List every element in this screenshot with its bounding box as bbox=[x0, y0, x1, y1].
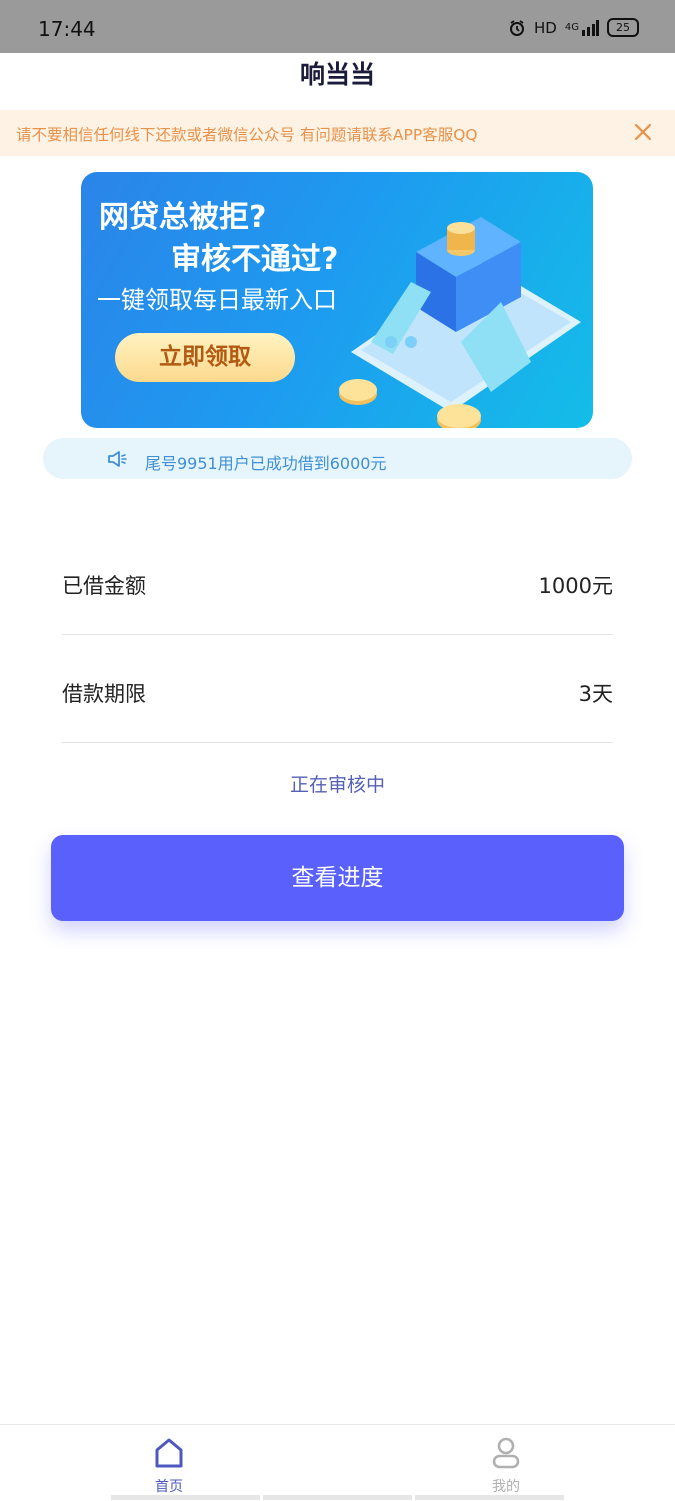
promo-banner[interactable]: 网贷总被拒? 审核不通过? 一键领取每日最新入口 立即领取 bbox=[81, 172, 593, 428]
loan-amount-row: 已借金额 1000元 bbox=[62, 526, 613, 635]
review-status: 正在审核中 bbox=[289, 774, 385, 796]
notice-text: 请不要相信任何线下还款或者微信公众号 有问题请联系APP客服QQ bbox=[16, 126, 478, 144]
close-icon[interactable] bbox=[631, 120, 655, 144]
alarm-icon bbox=[510, 19, 525, 36]
view-progress-button[interactable]: 查看进度 bbox=[51, 835, 624, 921]
tab-home-label: 首页 bbox=[155, 1479, 183, 1495]
speaker-icon bbox=[108, 451, 127, 467]
home-indicator bbox=[111, 1495, 260, 1500]
home-indicator-right bbox=[415, 1495, 564, 1500]
loan-amount-label: 已借金额 bbox=[62, 574, 146, 598]
tab-mine[interactable]: 我的 bbox=[406, 1425, 606, 1501]
page-title: 响当当 bbox=[299, 60, 375, 89]
battery-icon: 25 bbox=[607, 18, 639, 37]
loan-term-label: 借款期限 bbox=[62, 682, 146, 706]
loan-term-row: 借款期限 3天 bbox=[62, 634, 613, 743]
banner-illustration bbox=[339, 217, 581, 428]
status-time: 17:44 bbox=[38, 17, 96, 41]
notice-bar: 请不要相信任何线下还款或者微信公众号 有问题请联系APP客服QQ bbox=[0, 110, 675, 156]
status-icons: HD 4G 25 bbox=[508, 18, 639, 37]
loan-term-value: 3天 bbox=[578, 682, 613, 706]
tab-home[interactable]: 首页 bbox=[69, 1425, 269, 1501]
banner-headline-2: 审核不通过? bbox=[171, 242, 339, 277]
home-indicator-mid bbox=[263, 1495, 412, 1500]
status-bar: 17:44 HD 4G 25 bbox=[0, 0, 675, 53]
hd-indicator: HD bbox=[534, 18, 557, 37]
announcement-ticker: 尾号9951用户已成功借到6000元 bbox=[43, 438, 632, 479]
bottom-tab-bar: 首页 我的 bbox=[0, 1424, 675, 1501]
loan-amount-value: 1000元 bbox=[538, 574, 613, 598]
network-type: 4G bbox=[564, 22, 579, 33]
banner-headline-1: 网贷总被拒? bbox=[99, 200, 267, 235]
signal-icon bbox=[582, 19, 599, 36]
banner-subtitle: 一键领取每日最新入口 bbox=[97, 286, 337, 314]
home-icon bbox=[155, 1438, 183, 1468]
claim-button[interactable]: 立即领取 bbox=[115, 333, 295, 382]
ticker-text: 尾号9951用户已成功借到6000元 bbox=[145, 454, 387, 473]
user-icon bbox=[492, 1437, 520, 1469]
tab-mine-label: 我的 bbox=[492, 1479, 520, 1495]
